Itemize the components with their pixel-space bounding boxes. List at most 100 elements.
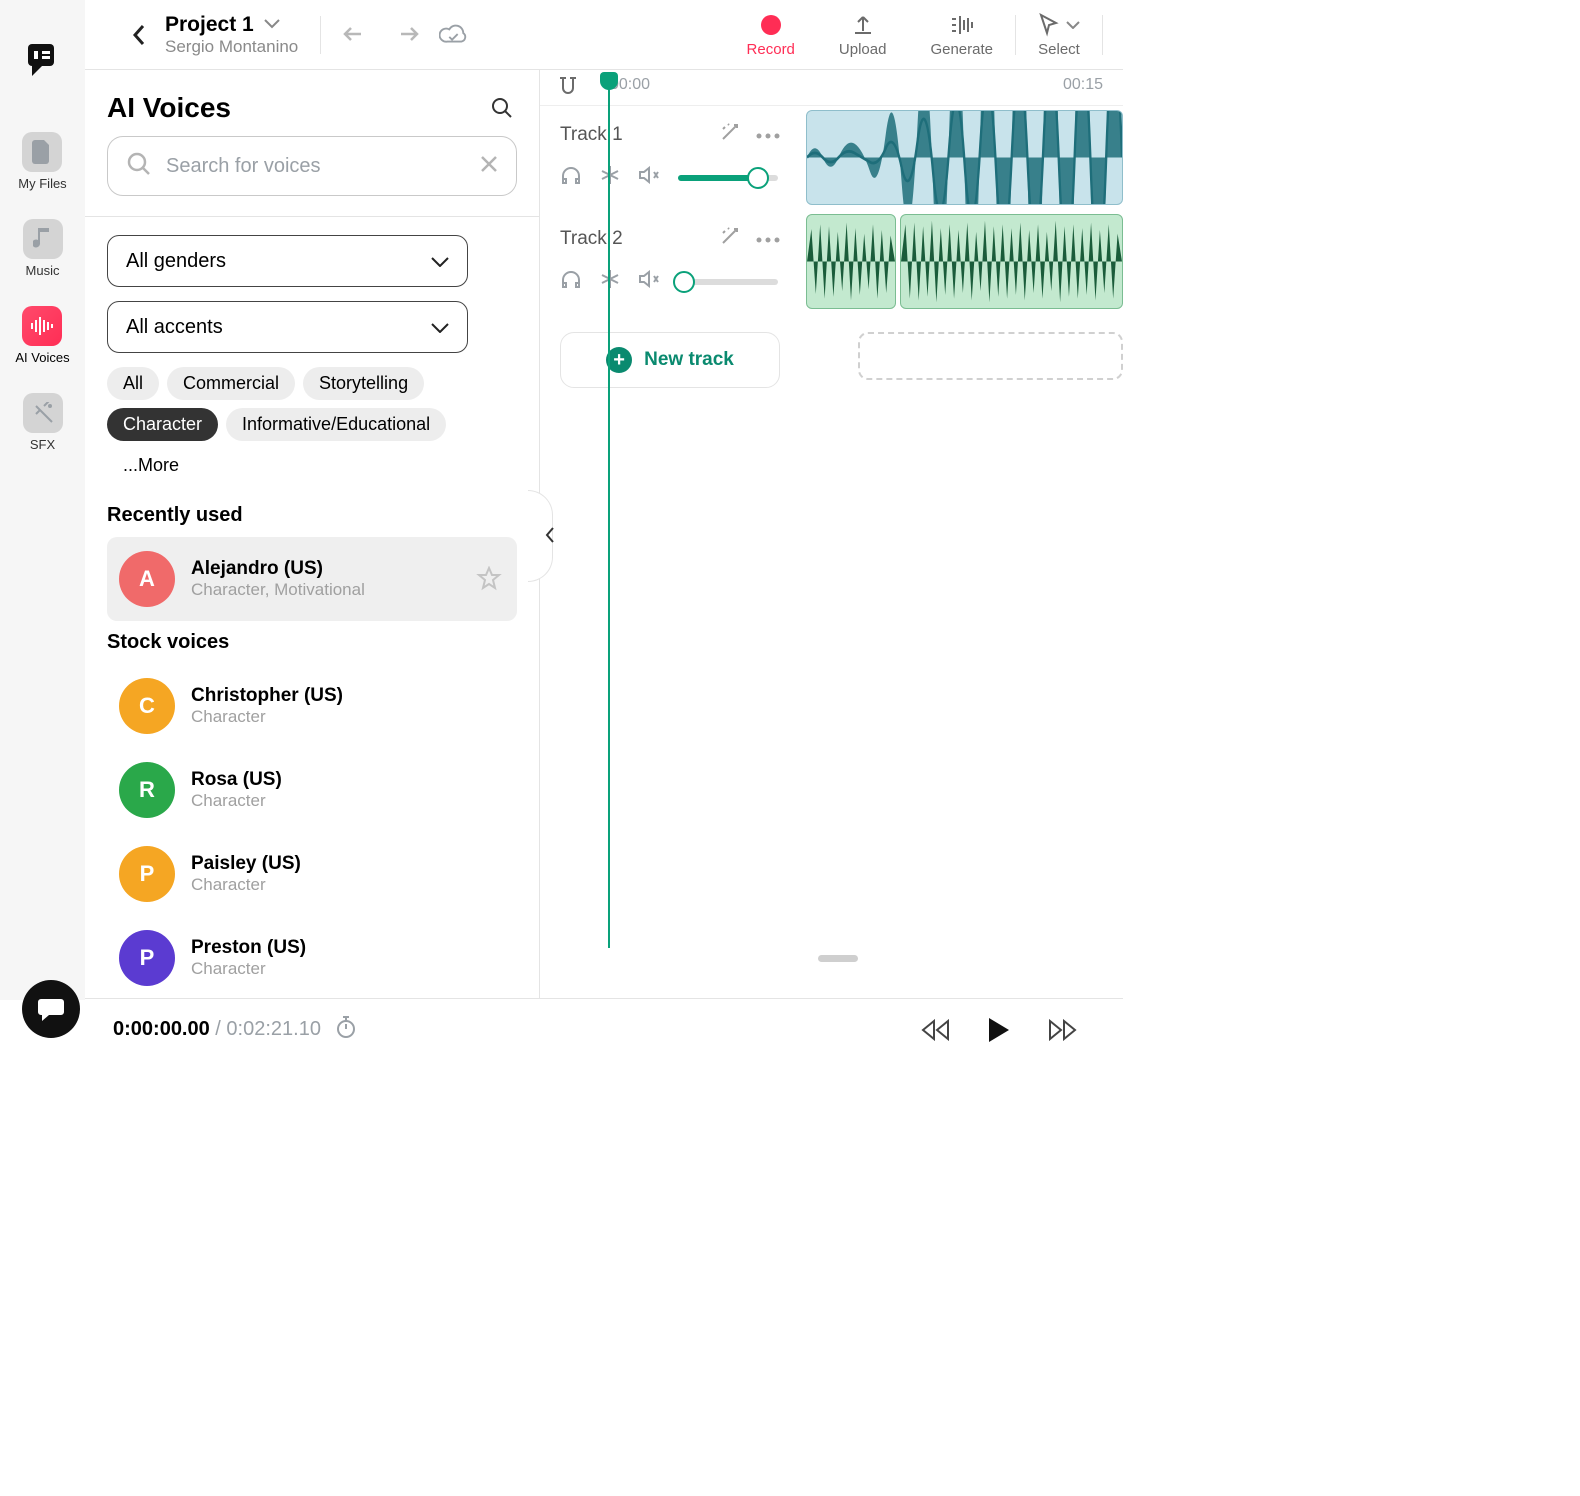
generate-button[interactable]: Generate (930, 12, 993, 58)
wand-icon[interactable] (720, 226, 740, 251)
music-icon (23, 219, 63, 259)
back-button[interactable] (125, 21, 153, 49)
voice-tags: Character (191, 707, 505, 727)
chat-fab[interactable] (22, 980, 80, 1038)
divider (1102, 15, 1103, 55)
voice-name: Christopher (US) (191, 685, 505, 707)
snap-button[interactable] (558, 76, 578, 103)
chevron-down-icon (431, 250, 449, 273)
headphones-icon[interactable] (560, 165, 582, 190)
nav-ai-voices[interactable]: AI Voices (15, 306, 69, 365)
new-track-label: New track (644, 349, 734, 371)
divider (85, 216, 539, 217)
chip-commercial[interactable]: Commercial (167, 367, 295, 400)
project-heading: Project 1 Sergio Montanino (165, 13, 298, 57)
forward-button[interactable] (1045, 1012, 1081, 1048)
track-name: Track 2 (560, 228, 623, 250)
chip-more[interactable]: ...More (107, 449, 195, 482)
app-logo[interactable] (22, 40, 64, 82)
voice-tags: Character (191, 875, 505, 895)
action-label: Record (747, 41, 795, 58)
voice-tags: Character (191, 959, 505, 979)
new-track-button[interactable]: + New track (560, 332, 780, 388)
nav-sfx[interactable]: SFX (23, 393, 63, 452)
nav-music[interactable]: Music (23, 219, 63, 278)
upload-button[interactable]: Upload (839, 12, 887, 58)
record-button[interactable]: Record (747, 12, 795, 58)
search-toggle[interactable] (487, 93, 517, 123)
record-icon (760, 12, 782, 38)
playhead-line (608, 88, 610, 948)
search-icon (126, 151, 152, 182)
voice-row[interactable]: P Preston (US) Character (107, 916, 517, 1000)
mute-icon[interactable] (638, 166, 660, 189)
audio-clip[interactable] (806, 214, 896, 309)
more-icon[interactable] (756, 230, 780, 248)
empty-clip-placeholder[interactable] (858, 332, 1123, 380)
select-tool-button[interactable]: Select (1038, 12, 1080, 58)
timeline-area: 00:00 00:15 Track 1 (540, 70, 1123, 968)
nav-rail: My Files Music AI Voices SFX (0, 0, 85, 1000)
voice-row[interactable]: R Rosa (US) Character (107, 748, 517, 832)
horizontal-scrollbar[interactable] (818, 955, 858, 962)
action-label: Upload (839, 41, 887, 58)
avatar: A (119, 551, 175, 607)
play-button[interactable] (981, 1012, 1017, 1048)
panel-title: AI Voices (107, 92, 231, 124)
voice-name: Paisley (US) (191, 853, 505, 875)
divider (320, 16, 321, 54)
volume-slider[interactable] (678, 175, 778, 181)
clip-region[interactable] (800, 106, 1123, 209)
audio-clip[interactable] (900, 214, 1123, 309)
chip-character[interactable]: Character (107, 408, 218, 441)
generate-icon (949, 12, 975, 38)
stopwatch-icon[interactable] (335, 1015, 357, 1044)
track-row: Track 1 (540, 106, 1123, 210)
voices-panel: AI Voices All genders All accents All Co… (85, 70, 540, 1000)
select-value: All genders (126, 250, 226, 273)
clear-icon[interactable] (480, 155, 498, 178)
chip-storytelling[interactable]: Storytelling (303, 367, 424, 400)
category-chips: All Commercial Storytelling Character In… (107, 367, 517, 482)
collapse-panel-button[interactable] (540, 490, 560, 580)
avatar: R (119, 762, 175, 818)
user-name: Sergio Montanino (165, 37, 298, 57)
time-ruler[interactable]: 00:00 00:15 (540, 70, 1123, 106)
wand-icon[interactable] (720, 122, 740, 147)
rewind-button[interactable] (917, 1012, 953, 1048)
time-mark: 00:15 (1063, 76, 1103, 94)
redo-button[interactable] (391, 21, 419, 49)
chip-informative[interactable]: Informative/Educational (226, 408, 446, 441)
time-display: 0:00:00.00 / 0:02:21.10 (113, 1018, 321, 1041)
audio-clip[interactable] (806, 110, 1123, 205)
recent-label: Recently used (107, 504, 517, 527)
search-box[interactable] (107, 136, 517, 196)
more-icon[interactable] (756, 126, 780, 144)
transport-bar: 0:00:00.00 / 0:02:21.10 (85, 998, 1123, 1060)
freeze-icon[interactable] (600, 165, 620, 190)
voice-row-recent[interactable]: A Alejandro (US) Character, Motivational (107, 537, 517, 621)
header: Project 1 Sergio Montanino Record Upload… (85, 0, 1123, 70)
chip-all[interactable]: All (107, 367, 159, 400)
voice-name: Rosa (US) (191, 769, 505, 791)
project-title: Project 1 (165, 13, 254, 37)
voice-tags: Character, Motivational (191, 580, 457, 600)
track-row: Track 2 (540, 210, 1123, 314)
voice-row[interactable]: C Christopher (US) Character (107, 664, 517, 748)
nav-my-files[interactable]: My Files (18, 132, 66, 191)
action-label: Select (1038, 41, 1080, 58)
cloud-sync-button[interactable] (439, 21, 467, 49)
volume-slider[interactable] (678, 279, 778, 285)
accent-select[interactable]: All accents (107, 301, 468, 353)
upload-icon (851, 12, 875, 38)
gender-select[interactable]: All genders (107, 235, 468, 287)
chevron-down-icon[interactable] (264, 16, 280, 34)
favorite-button[interactable] (473, 563, 505, 595)
mute-icon[interactable] (638, 270, 660, 293)
undo-button[interactable] (343, 21, 371, 49)
freeze-icon[interactable] (600, 269, 620, 294)
voice-row[interactable]: P Paisley (US) Character (107, 832, 517, 916)
headphones-icon[interactable] (560, 269, 582, 294)
search-input[interactable] (166, 155, 480, 178)
clip-region[interactable] (800, 210, 1123, 313)
